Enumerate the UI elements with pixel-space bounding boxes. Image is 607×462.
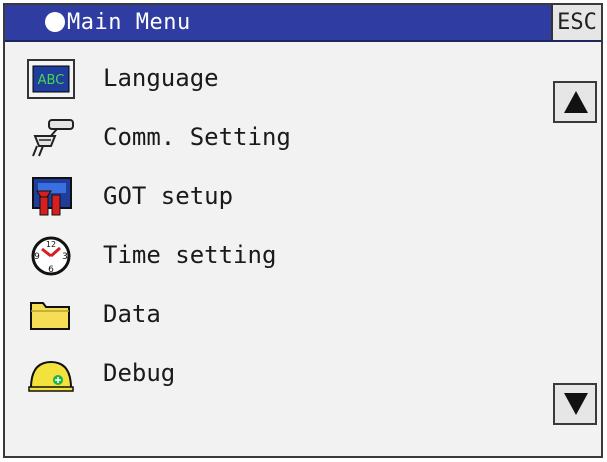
language-icon: ABC xyxy=(27,59,75,99)
svg-text:3: 3 xyxy=(62,252,68,262)
scroll-up-button[interactable] xyxy=(553,81,597,123)
menu-label-time-setting: Time setting xyxy=(103,241,277,269)
comm-setting-icon xyxy=(27,118,75,158)
got-setup-icon xyxy=(27,177,75,217)
svg-text:12: 12 xyxy=(46,240,56,249)
menu-label-data: Data xyxy=(103,300,161,328)
menu-item-got-setup[interactable]: GOT setup xyxy=(19,167,529,226)
folder-icon xyxy=(27,295,75,335)
arrow-down-icon xyxy=(564,393,588,415)
svg-text:9: 9 xyxy=(34,252,40,262)
menu-label-language: Language xyxy=(103,64,219,92)
arrow-up-icon xyxy=(564,91,588,113)
clock-icon: 12 9 3 6 xyxy=(27,236,75,276)
menu-item-comm-setting[interactable]: Comm. Setting xyxy=(19,108,529,167)
scroll-down-button[interactable] xyxy=(553,383,597,425)
menu-item-debug[interactable]: Debug xyxy=(19,344,529,403)
menu-label-debug: Debug xyxy=(103,359,176,387)
page-title: Main Menu xyxy=(67,10,191,35)
menu-list: ABC Language Comm. Setting GOT setup 12 … xyxy=(19,49,529,403)
menu-label-got-setup: GOT setup xyxy=(103,182,234,210)
menu-label-comm-setting: Comm. Setting xyxy=(103,123,291,151)
svg-text:6: 6 xyxy=(48,265,54,275)
menu-item-data[interactable]: Data xyxy=(19,285,529,344)
debug-icon xyxy=(27,354,75,394)
title-bar: Main Menu ESC xyxy=(5,5,601,42)
esc-button[interactable]: ESC xyxy=(551,5,601,40)
main-menu-screen: Main Menu ESC ABC Language Comm. Setting… xyxy=(3,3,603,458)
title-bullet-icon xyxy=(45,12,65,32)
menu-item-language[interactable]: ABC Language xyxy=(19,49,529,108)
svg-text:ABC: ABC xyxy=(38,73,65,88)
menu-item-time-setting[interactable]: 12 9 3 6 Time setting xyxy=(19,226,529,285)
